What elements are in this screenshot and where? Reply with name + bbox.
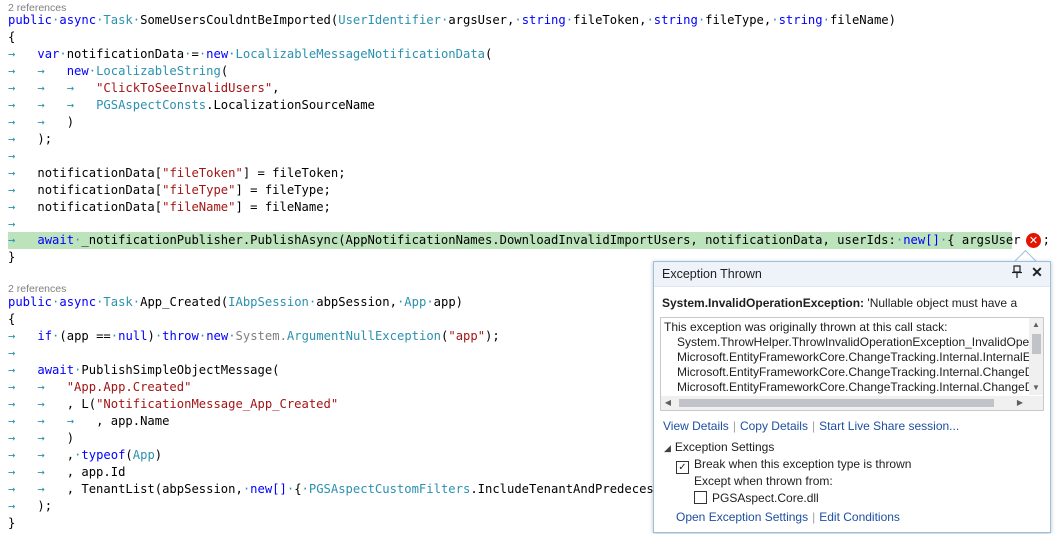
- scroll-left-icon[interactable]: ◀: [661, 396, 675, 410]
- exception-popup: Exception Thrown ✕ System.InvalidOperati…: [653, 261, 1051, 533]
- popup-title: Exception Thrown: [662, 267, 762, 281]
- close-icon[interactable]: ✕: [1029, 264, 1045, 282]
- break-checkbox[interactable]: ✓: [676, 461, 689, 474]
- call-stack-frame: System.ThrowHelper.ThrowInvalidOperation…: [677, 335, 1034, 349]
- exception-message: System.InvalidOperationException: 'Nulla…: [662, 296, 1042, 310]
- call-stack-frame: Microsoft.EntityFrameworkCore.ChangeTrac…: [677, 350, 1035, 364]
- exception-settings-label: Exception Settings: [674, 440, 775, 454]
- call-stack-intro: This exception was originally thrown at …: [664, 320, 948, 334]
- copy-details-link[interactable]: Copy Details: [740, 419, 808, 433]
- bottom-links: Open Exception Settings | Edit Conditions: [676, 510, 900, 524]
- link-separator: |: [812, 510, 816, 524]
- edit-conditions-link[interactable]: Edit Conditions: [819, 510, 900, 524]
- pin-icon[interactable]: [1010, 265, 1024, 281]
- open-exception-settings-link[interactable]: Open Exception Settings: [676, 510, 808, 524]
- exception-type: System.InvalidOperationException:: [662, 296, 865, 310]
- vertical-scrollbar[interactable]: ▲ ▼: [1029, 318, 1043, 395]
- collapse-caret-icon[interactable]: ◢: [664, 443, 671, 453]
- live-share-link[interactable]: Start Live Share session...: [819, 419, 959, 433]
- scroll-up-icon[interactable]: ▲: [1029, 318, 1043, 332]
- horizontal-scrollbar[interactable]: ◀ ▶: [661, 396, 1043, 410]
- call-stack-frame: Microsoft.EntityFrameworkCore.ChangeTrac…: [677, 365, 1041, 379]
- call-stack-frame: Microsoft.EntityFrameworkCore.ChangeTrac…: [677, 380, 1041, 394]
- exception-settings-header[interactable]: ◢ Exception Settings: [664, 440, 774, 454]
- popup-header: Exception Thrown ✕: [654, 262, 1050, 287]
- scroll-down-icon[interactable]: ▼: [1029, 381, 1043, 395]
- link-separator: |: [811, 419, 816, 433]
- except-when-label: Except when thrown from:: [694, 474, 833, 488]
- call-stack-box[interactable]: This exception was originally thrown at …: [660, 317, 1044, 411]
- module-checkbox-label: PGSAspect.Core.dll: [712, 491, 819, 505]
- exception-text: 'Nullable object must have a: [867, 296, 1018, 310]
- vertical-scroll-thumb[interactable]: [1032, 334, 1041, 354]
- module-checkbox[interactable]: [694, 491, 707, 504]
- break-when-thrown-option[interactable]: ✓ Break when this exception type is throw…: [676, 457, 911, 474]
- link-separator: |: [732, 419, 736, 433]
- break-checkbox-label: Break when this exception type is thrown: [694, 457, 912, 471]
- error-icon[interactable]: ✕: [1026, 233, 1041, 248]
- module-option[interactable]: PGSAspect.Core.dll: [694, 491, 819, 505]
- horizontal-scroll-thumb[interactable]: [679, 399, 994, 407]
- view-details-link[interactable]: View Details: [663, 419, 729, 433]
- action-links: View Details | Copy Details | Start Live Sha…: [663, 419, 959, 433]
- scroll-right-icon[interactable]: ▶: [1013, 396, 1027, 410]
